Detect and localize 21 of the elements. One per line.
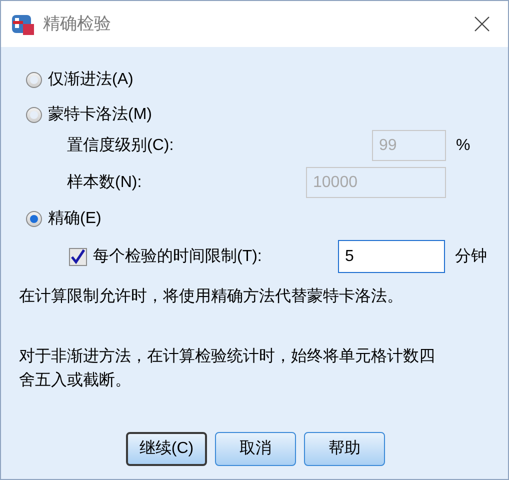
unit-label: 分钟 bbox=[455, 246, 487, 266]
note-text: 对于非渐进方法，在计算检验统计时，始终将单元格计数四舍五入或截断。 bbox=[19, 346, 436, 391]
unit-label: % bbox=[456, 136, 470, 156]
time-limit-field[interactable]: 5 bbox=[338, 240, 445, 273]
field-label: 置信度级别(C): bbox=[67, 136, 175, 156]
close-icon[interactable] bbox=[474, 16, 490, 32]
dialog-button[interactable]: 取消 bbox=[215, 432, 296, 466]
dialog-button[interactable]: 继续(C) bbox=[126, 432, 207, 466]
table-icon bbox=[11, 12, 35, 36]
field-label: 样本数(N): bbox=[67, 172, 143, 192]
radio-button[interactable] bbox=[26, 72, 42, 88]
radio-label: 蒙特卡洛法(M) bbox=[48, 104, 152, 125]
note-text: 在计算限制允许时，将使用精确方法代替蒙特卡洛法。 bbox=[19, 286, 404, 307]
radio-button[interactable] bbox=[26, 211, 42, 227]
radio-label: 仅渐进法(A) bbox=[48, 70, 134, 90]
dialog-button[interactable]: 帮助 bbox=[304, 432, 385, 466]
radio-button[interactable] bbox=[26, 107, 42, 123]
checkbox-label: 每个检验的时间限制(T): bbox=[93, 246, 263, 266]
radio-label: 精确(E) bbox=[48, 209, 102, 229]
window-title: 精确检验 bbox=[43, 13, 111, 36]
checkbox[interactable] bbox=[69, 248, 87, 266]
